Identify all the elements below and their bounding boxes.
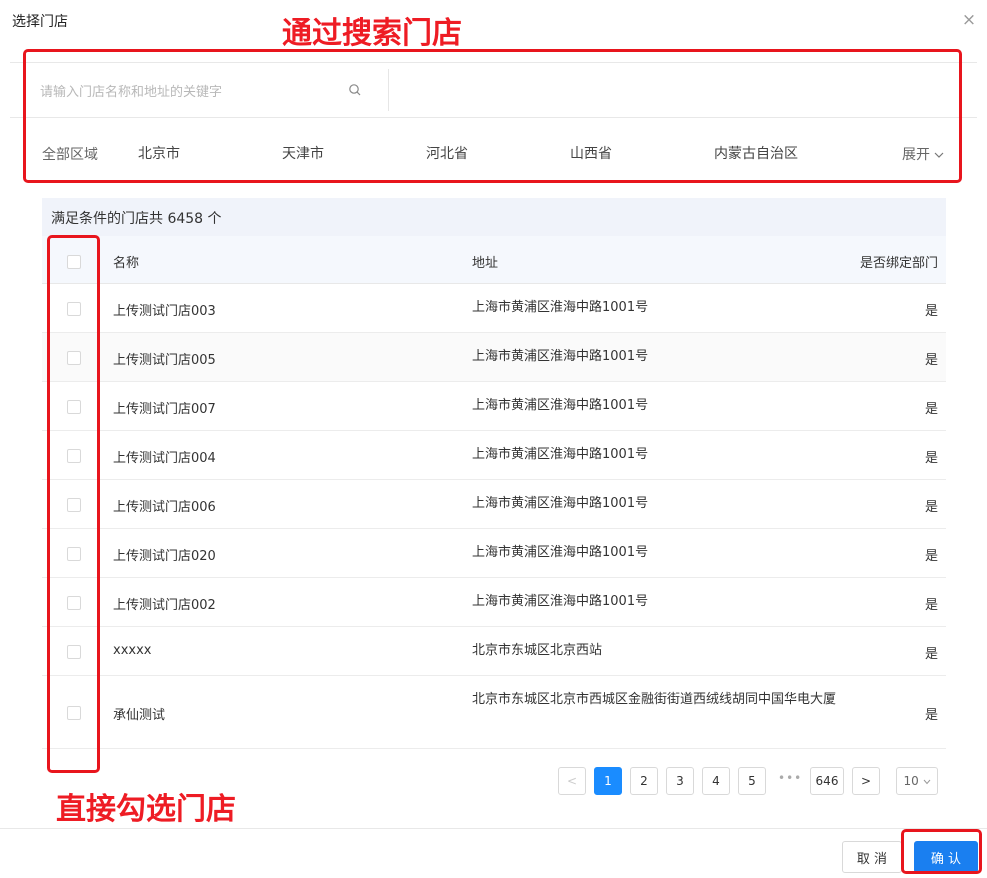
region-filter: 全部区域 北京市 天津市 河北省 山西省 内蒙古自治区 展开 (0, 132, 987, 172)
store-name: 上传测试门店006 (113, 500, 216, 515)
pagination-ellipsis[interactable]: ••• (778, 771, 802, 785)
store-bound: 是 (924, 708, 938, 723)
column-header-address: 地址 (472, 256, 499, 271)
table-row[interactable]: 承仙测试 北京市东城区北京市西城区金融街街道西绒线胡同中国华电大厦 是 (42, 676, 946, 749)
page-button-1[interactable]: 1 (594, 767, 622, 795)
select-annotation: 直接勾选门店 (56, 792, 236, 827)
region-item-shanxi[interactable]: 山西省 (570, 143, 612, 163)
result-summary: 满足条件的门店共 6458 个 (42, 198, 946, 236)
store-bound: 是 (924, 647, 938, 662)
store-name: 上传测试门店003 (113, 304, 216, 319)
expand-button[interactable]: 展开 (902, 144, 944, 164)
store-name: 上传测试门店004 (113, 451, 216, 466)
table-row[interactable]: 上传测试门店002 上海市黄浦区淮海中路1001号 是 (42, 578, 946, 627)
column-header-bound: 是否绑定部门 (859, 256, 938, 271)
store-name: 上传测试门店002 (113, 598, 216, 613)
store-name: 承仙测试 (113, 708, 166, 723)
store-bound: 是 (924, 353, 938, 368)
table-row[interactable]: 上传测试门店006 上海市黄浦区淮海中路1001号 是 (42, 480, 946, 529)
region-label-all[interactable]: 全部区域 (42, 144, 98, 164)
store-address: 上海市黄浦区淮海中路1001号 (472, 398, 649, 413)
region-item-neimenggu[interactable]: 内蒙古自治区 (714, 143, 798, 163)
page-size-value: 10 (903, 774, 919, 788)
row-checkbox[interactable] (67, 400, 81, 414)
store-name: 上传测试门店020 (113, 549, 216, 564)
row-checkbox[interactable] (67, 645, 81, 659)
page-button-last[interactable]: 646 (810, 767, 844, 795)
page-button-3[interactable]: 3 (666, 767, 694, 795)
dialog-header: 选择门店 × (0, 0, 987, 40)
result-count: 满足条件的门店共 6458 个 (51, 211, 222, 227)
page-size-select[interactable]: 10 (896, 767, 938, 795)
table-header: 名称 地址 是否绑定部门 (42, 236, 946, 284)
store-name: xxxxx (113, 643, 152, 658)
search-input[interactable] (40, 81, 360, 103)
dialog-title: 选择门店 (12, 14, 68, 30)
store-address: 上海市黄浦区淮海中路1001号 (472, 300, 649, 315)
store-address: 上海市黄浦区淮海中路1001号 (472, 545, 649, 560)
store-bound: 是 (924, 304, 938, 319)
close-icon[interactable]: × (960, 11, 978, 29)
select-all-checkbox[interactable] (67, 255, 81, 269)
table-row[interactable]: 上传测试门店005 上海市黄浦区淮海中路1001号 是 (42, 333, 946, 382)
region-item-beijing[interactable]: 北京市 (138, 143, 180, 163)
confirm-button[interactable]: 确 认 (914, 841, 978, 873)
row-checkbox[interactable] (67, 351, 81, 365)
table-row[interactable]: 上传测试门店004 上海市黄浦区淮海中路1001号 是 (42, 431, 946, 480)
table-row[interactable]: xxxxx 北京市东城区北京西站 是 (42, 627, 946, 676)
search-annotation: 通过搜索门店 (282, 16, 462, 51)
table-row[interactable]: 上传测试门店007 上海市黄浦区淮海中路1001号 是 (42, 382, 946, 431)
row-checkbox[interactable] (67, 498, 81, 512)
row-checkbox[interactable] (67, 547, 81, 561)
search-area (10, 62, 977, 118)
row-checkbox[interactable] (67, 449, 81, 463)
store-address: 北京市东城区北京西站 (472, 643, 603, 658)
chevron-down-icon (934, 152, 944, 158)
store-name: 上传测试门店005 (113, 353, 216, 368)
store-address: 上海市黄浦区淮海中路1001号 (472, 594, 649, 609)
store-bound: 是 (924, 598, 938, 613)
prev-page-button[interactable]: < (558, 767, 586, 795)
page-button-4[interactable]: 4 (702, 767, 730, 795)
region-item-tianjin[interactable]: 天津市 (282, 143, 324, 163)
store-bound: 是 (924, 451, 938, 466)
table-row[interactable]: 上传测试门店020 上海市黄浦区淮海中路1001号 是 (42, 529, 946, 578)
store-address: 上海市黄浦区淮海中路1001号 (472, 447, 649, 462)
store-address: 北京市东城区北京市西城区金融街街道西绒线胡同中国华电大厦 (472, 692, 837, 707)
page-button-2[interactable]: 2 (630, 767, 658, 795)
search-icon[interactable] (348, 83, 362, 97)
row-checkbox[interactable] (67, 596, 81, 610)
chevron-down-icon (923, 779, 930, 785)
next-page-button[interactable]: > (852, 767, 880, 795)
store-name: 上传测试门店007 (113, 402, 216, 417)
page-button-5[interactable]: 5 (738, 767, 766, 795)
row-checkbox[interactable] (67, 302, 81, 316)
region-item-hebei[interactable]: 河北省 (426, 143, 468, 163)
search-divider (388, 69, 389, 111)
row-checkbox[interactable] (67, 706, 81, 720)
store-address: 上海市黄浦区淮海中路1001号 (472, 496, 649, 511)
store-address: 上海市黄浦区淮海中路1001号 (472, 349, 649, 364)
store-bound: 是 (924, 500, 938, 515)
cancel-button[interactable]: 取 消 (842, 841, 902, 873)
column-header-name: 名称 (113, 256, 140, 271)
dialog-footer: 取 消 确 认 (0, 828, 987, 878)
table-row[interactable]: 上传测试门店003 上海市黄浦区淮海中路1001号 是 (42, 284, 946, 333)
store-bound: 是 (924, 549, 938, 564)
store-bound: 是 (924, 402, 938, 417)
expand-label: 展开 (902, 147, 930, 163)
